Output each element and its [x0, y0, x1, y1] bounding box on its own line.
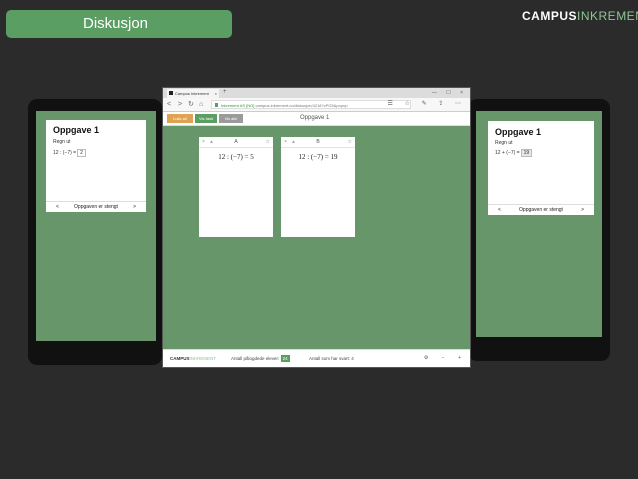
phone-screen: Oppgave 1 Regn ut 12 + (−7) = 19 < Oppgav…	[476, 111, 602, 337]
task-equation: 12 + (−7) = 19	[495, 149, 533, 157]
answer-card[interactable]: × ▲ B ☆ 12 : (−7) = 19	[281, 137, 355, 237]
left-phone: Oppgave 1 Regn ut 12 : (−7) = 2 < Oppgave…	[28, 99, 162, 365]
footer-logo-part-2: INKREMENT	[189, 356, 217, 361]
address-bar[interactable]: Inkrement AS [NO] campus.inkrement.no/di…	[211, 100, 411, 109]
campus-inkrement-logo: CAMPUSINKREMENT	[522, 9, 638, 23]
participants-label: Antall pålogdede elever:	[231, 356, 280, 361]
task-footer: < Oppgaven er stengt >	[488, 204, 594, 215]
phone-screen: Oppgave 1 Regn ut 12 : (−7) = 2 < Oppgave…	[36, 111, 156, 341]
app-footer: CAMPUSINKREMENT Antall pålogdede elever:…	[163, 349, 470, 367]
next-button[interactable]: >	[133, 202, 136, 212]
logo-part-2: INKREMENT	[577, 9, 638, 23]
card-label: A	[234, 139, 238, 145]
page-title: Oppgave 1	[300, 115, 330, 121]
right-phone: Oppgave 1 Regn ut 12 + (−7) = 19 < Oppgav…	[468, 99, 610, 361]
forward-button[interactable]: >	[178, 99, 182, 110]
card-header: × ▲ A ☆	[199, 137, 273, 148]
answer-field[interactable]: 2	[77, 149, 86, 157]
task-footer: < Oppgaven er stengt >	[46, 201, 146, 212]
tab-bar: Campus Inkrement × + — ☐ ×	[163, 88, 470, 98]
site-identity: Inkrement AS [NO]	[221, 103, 255, 108]
card-header: × ▲ B ☆	[281, 137, 355, 148]
home-button[interactable]: ⌂	[199, 99, 203, 110]
answer-card[interactable]: × ▲ A ☆ 12 : (−7) = 5	[199, 137, 273, 237]
star-icon[interactable]: ☆	[266, 137, 270, 147]
equation-text: 12 + (−7) =	[495, 150, 520, 156]
prev-button[interactable]: <	[56, 202, 59, 212]
tab-label: Campus Inkrement	[175, 91, 209, 96]
slide-title: Diskusjon	[6, 10, 232, 38]
next-button[interactable]: >	[581, 205, 584, 215]
browser-tab[interactable]: Campus Inkrement ×	[167, 89, 219, 98]
equation-text: 12 : (−7) =	[53, 150, 77, 156]
task-card: Oppgave 1 Regn ut 12 : (−7) = 2 < Oppgave…	[46, 120, 146, 212]
task-closed-label: Oppgaven er stengt	[74, 204, 118, 210]
card-expression: 12 : (−7) = 19	[298, 153, 338, 161]
logo-part-1: CAMPUS	[522, 9, 578, 23]
answers-info: Antall som har svart: 4	[309, 356, 354, 361]
task-title: Oppgave 1	[53, 125, 100, 135]
show-answer-button[interactable]: Vis fasit	[195, 114, 217, 123]
card-expression: 12 : (−7) = 5	[218, 153, 254, 161]
card-label: B	[316, 139, 320, 145]
close-tab-icon[interactable]: ×	[215, 89, 217, 98]
navigation-bar: < > ↻ ⌂ Inkrement AS [NO] campus.inkreme…	[163, 98, 470, 112]
lock-icon	[215, 103, 218, 107]
task-card: Oppgave 1 Regn ut 12 + (−7) = 19 < Oppgav…	[488, 121, 594, 215]
footer-logo-part-1: CAMPUS	[170, 356, 190, 361]
star-icon[interactable]: ☆	[348, 137, 352, 147]
show-all-button[interactable]: Vis alle	[219, 114, 243, 123]
zoom-controls[interactable]: ⚙ − +	[424, 353, 467, 364]
task-subtitle: Regn ut	[495, 140, 513, 146]
task-subtitle: Regn ut	[53, 139, 71, 145]
answer-field[interactable]: 19	[520, 149, 533, 157]
window-controls[interactable]: — ☐ ×	[432, 88, 467, 98]
participants-info: Antall pålogdede elever: 24	[231, 350, 290, 367]
app-toolbar: Lukk alt Vis fasit Vis alle Oppgave 1	[163, 112, 470, 126]
participants-count: 24	[280, 355, 290, 362]
task-title: Oppgave 1	[495, 127, 542, 137]
back-button[interactable]: <	[167, 99, 171, 110]
task-equation: 12 : (−7) = 2	[53, 149, 86, 157]
reload-button[interactable]: ↻	[188, 99, 194, 110]
browser-toolbar-icons[interactable]: ☰ ☆ ✎ ⇪ ⋯	[388, 99, 466, 110]
favicon-icon	[169, 91, 173, 95]
close-all-button[interactable]: Lukk alt	[167, 114, 193, 123]
browser-window: Campus Inkrement × + — ☐ × < > ↻ ⌂ Inkre…	[162, 87, 471, 368]
url-text: campus.inkrement.no/diskusjon/4218?cPG5&…	[255, 103, 348, 108]
prev-button[interactable]: <	[498, 205, 501, 215]
task-closed-label: Oppgaven er stengt	[519, 207, 563, 213]
footer-logo: CAMPUSINKREMENT	[170, 350, 216, 367]
new-tab-button[interactable]: +	[223, 88, 227, 97]
